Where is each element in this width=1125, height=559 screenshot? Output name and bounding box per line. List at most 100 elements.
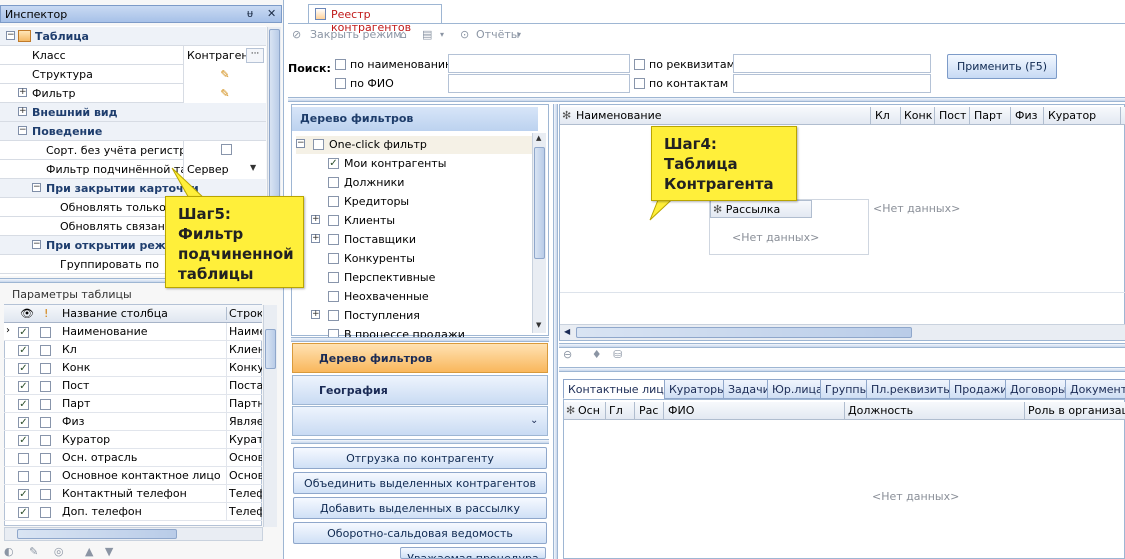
tab-legal-entities[interactable]: Юр.лица <box>767 379 828 399</box>
filter-tree-item[interactable]: − One-click фильтр <box>296 136 532 154</box>
balance-sheet-button[interactable]: Оборотно-сальдовая ведомость <box>293 522 547 544</box>
category-behavior[interactable]: − Поведение <box>0 122 266 141</box>
property-row-subtable-filter[interactable]: Фильтр подчинённой та... Сервер ▼ <box>0 160 266 179</box>
expand-icon[interactable]: + <box>18 88 27 97</box>
expand-icon[interactable]: + <box>311 215 320 224</box>
table-row[interactable]: ✓ Конк Конкур <box>4 359 262 377</box>
pin-icon[interactable]: ! <box>44 307 48 320</box>
pinned-checkbox[interactable] <box>40 471 51 482</box>
filter-checkbox[interactable] <box>328 272 339 283</box>
collapse-icon[interactable]: − <box>32 183 41 192</box>
column-header-string[interactable]: Строка <box>226 307 262 320</box>
search-splitter[interactable] <box>288 97 1125 102</box>
by-name-checkbox[interactable] <box>335 59 346 70</box>
edit-pencil-icon[interactable]: ✎ <box>183 65 266 84</box>
params-scrollbar[interactable] <box>263 305 277 527</box>
edit-icon[interactable]: ✎ <box>29 545 38 558</box>
apply-button[interactable]: Применить (F5) <box>947 54 1057 79</box>
pinned-checkbox[interactable] <box>40 363 51 374</box>
visible-checkbox[interactable]: ✓ <box>18 363 29 374</box>
scroll-up-icon[interactable]: ▲ <box>536 134 541 142</box>
col-position[interactable]: Должность <box>848 404 913 417</box>
visible-checkbox[interactable]: ✓ <box>18 435 29 446</box>
visible-checkbox[interactable]: ✓ <box>18 345 29 356</box>
ellipsis-button[interactable]: ··· <box>246 48 264 63</box>
col-post[interactable]: Пост <box>939 109 966 122</box>
grid-hscrollbar[interactable]: ◀ <box>560 324 1125 340</box>
expand-icon[interactable]: + <box>311 310 320 319</box>
collapse-icon[interactable]: − <box>18 126 27 135</box>
property-value[interactable] <box>183 141 266 160</box>
category-appearance[interactable]: + Внешний вид <box>0 103 266 122</box>
filter-tree-item[interactable]: Должники <box>296 174 532 192</box>
col-fiz[interactable]: Физ <box>1015 109 1037 122</box>
tab-documents[interactable]: Документы <box>1065 379 1125 399</box>
pin-icon[interactable]: ᵾ <box>247 7 253 20</box>
edit-pencil-icon[interactable]: ✎ <box>183 84 266 103</box>
property-row-structure[interactable]: Структура ✎ <box>0 65 266 84</box>
table-row[interactable]: › ✓ Наименование Наимен <box>4 323 262 341</box>
visible-checkbox[interactable]: ✓ <box>18 381 29 392</box>
checkbox[interactable] <box>221 144 232 155</box>
nav-splitter[interactable] <box>291 439 549 444</box>
col-mailing[interactable]: Рас <box>639 404 658 417</box>
filter-checkbox[interactable] <box>328 310 339 321</box>
filter-checkbox[interactable]: ✓ <box>328 158 339 169</box>
tab-contracts[interactable]: Договоры <box>1005 379 1072 399</box>
visible-checkbox[interactable] <box>18 471 29 482</box>
visible-checkbox[interactable]: ✓ <box>18 489 29 500</box>
pinned-checkbox[interactable] <box>40 327 51 338</box>
collapse-icon[interactable]: − <box>296 139 305 148</box>
table-row[interactable]: Осн. отрасль Основн <box>4 449 262 467</box>
tree-splitter[interactable] <box>291 337 549 342</box>
refresh-icon[interactable]: ⊖ <box>563 348 572 361</box>
eye-icon[interactable]: 👁 <box>20 307 34 320</box>
detail-splitter[interactable] <box>559 367 1125 372</box>
filter-checkbox[interactable] <box>328 291 339 302</box>
col-fio[interactable]: ФИО <box>668 404 694 417</box>
filter-tree-item[interactable]: + Поставщики <box>296 231 532 249</box>
col-main[interactable]: Осн <box>578 404 600 417</box>
close-mode-button[interactable]: Закрыть режим <box>310 28 402 41</box>
col-kl[interactable]: Кл <box>875 109 890 122</box>
column-header-name[interactable]: Название столбца <box>62 307 168 320</box>
filter-tree-item[interactable]: + Поступления <box>296 307 532 325</box>
chevron-down-icon[interactable]: ⌄ <box>530 415 538 426</box>
search-contacts-input[interactable] <box>733 74 931 93</box>
nav-geography[interactable]: География <box>292 375 548 405</box>
col-curator[interactable]: Куратор <box>1048 109 1096 122</box>
col-name[interactable]: Наименование <box>576 109 661 122</box>
database-icon[interactable]: ⛁ <box>613 348 622 361</box>
pinned-checkbox[interactable] <box>40 345 51 356</box>
col-konk[interactable]: Конк <box>904 109 932 122</box>
table-row[interactable]: ✓ Доп. телефон Телефо <box>4 503 262 521</box>
property-row-class[interactable]: Класс Контрагент ··· <box>0 46 266 65</box>
filter-tree-item[interactable]: Кредиторы <box>296 193 532 211</box>
expand-icon[interactable]: + <box>18 107 27 116</box>
collapse-icon[interactable]: − <box>6 31 15 40</box>
mailing-header[interactable]: ✻ Рассылка <box>710 200 812 218</box>
filter-tree-item[interactable]: Неохваченные <box>296 288 532 306</box>
pinned-checkbox[interactable] <box>40 399 51 410</box>
expand-icon[interactable]: + <box>311 234 320 243</box>
search-requisites-input[interactable] <box>733 54 931 73</box>
col-role[interactable]: Роль в организации <box>1028 404 1125 417</box>
col-head[interactable]: Гл <box>609 404 623 417</box>
category-table[interactable]: − Таблица <box>0 27 266 46</box>
by-contacts-checkbox[interactable] <box>634 78 645 89</box>
table-row[interactable]: ✓ Пост Постав <box>4 377 262 395</box>
params-hscrollbar[interactable] <box>4 527 263 541</box>
property-row-case-sort[interactable]: Сорт. без учёта регистра <box>0 141 266 160</box>
scrollbar-thumb[interactable] <box>534 147 545 259</box>
filter-checkbox[interactable] <box>328 215 339 226</box>
scroll-left-icon[interactable]: ◀ <box>564 327 570 336</box>
reports-button[interactable]: Отчёты <box>476 28 519 41</box>
filter-checkbox[interactable] <box>328 196 339 207</box>
pinned-checkbox[interactable] <box>40 453 51 464</box>
custom-procedure-button[interactable]: Уважаемая процедура <box>400 547 546 559</box>
search-fio-input[interactable] <box>448 74 630 93</box>
filter-checkbox[interactable] <box>328 177 339 188</box>
visible-checkbox[interactable] <box>18 453 29 464</box>
collapse-icon[interactable]: − <box>32 240 41 249</box>
close-mode-icon[interactable]: ⊘ <box>292 28 301 41</box>
